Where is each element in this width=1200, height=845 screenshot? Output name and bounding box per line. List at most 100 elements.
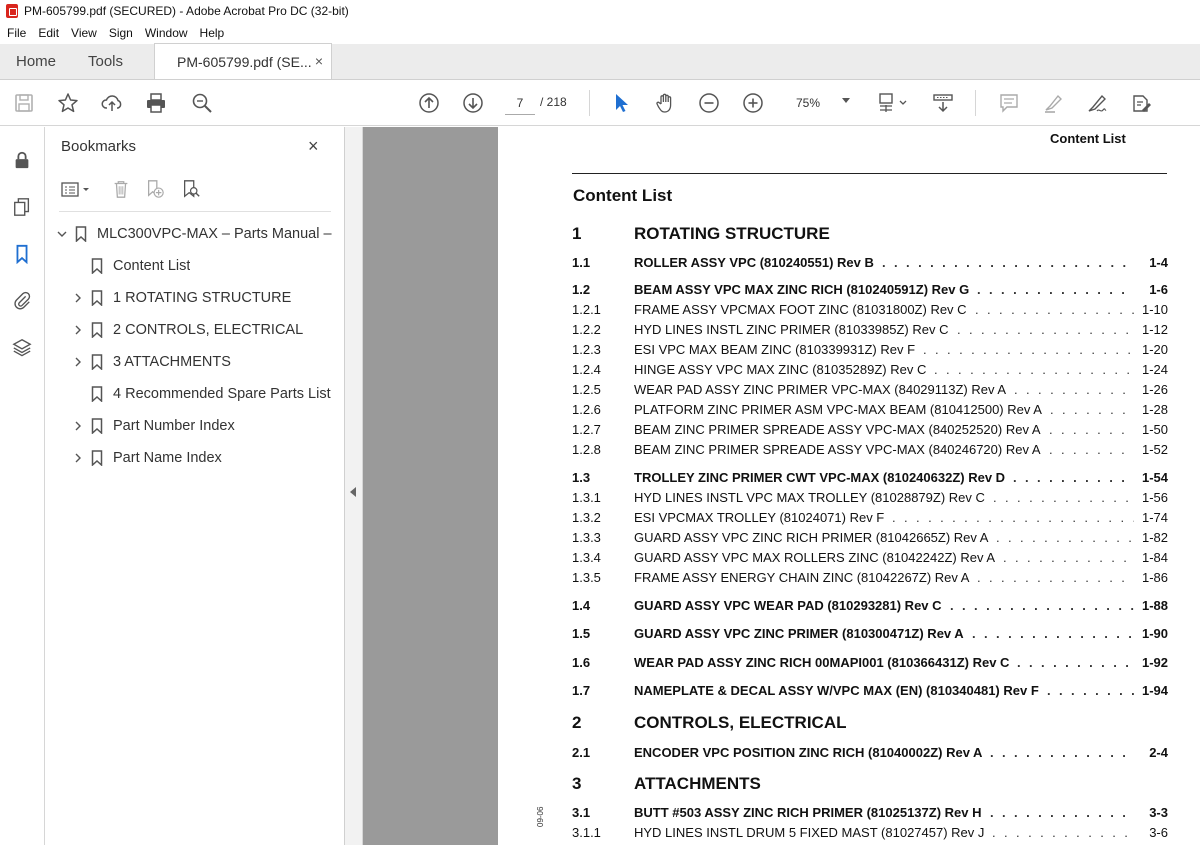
- close-tab-icon[interactable]: ×: [315, 53, 323, 69]
- print-icon[interactable]: [144, 91, 168, 115]
- chevron-right-icon[interactable]: [71, 452, 85, 464]
- bookmark-controls-electrical[interactable]: 2 CONTROLS, ELECTRICAL: [71, 316, 303, 344]
- tab-home[interactable]: Home: [0, 43, 70, 79]
- save-icon[interactable]: [12, 91, 36, 115]
- toc-entry[interactable]: 1.2.7 BEAM ZINC PRIMER SPREADE ASSY VPC-M…: [572, 422, 1168, 440]
- attachments-icon[interactable]: [10, 288, 34, 312]
- lock-icon[interactable]: [10, 148, 34, 172]
- menu-help[interactable]: Help: [194, 26, 231, 40]
- comment-icon[interactable]: [997, 91, 1021, 115]
- bookmark-content-list[interactable]: Content List: [91, 252, 190, 280]
- bookmarks-panel-icon[interactable]: [10, 242, 34, 266]
- toc-entry[interactable]: 1.3.1 HYD LINES INSTL VPC MAX TROLLEY (81…: [572, 490, 1168, 508]
- toc-entry[interactable]: 1.2.8 BEAM ZINC PRIMER SPREADE ASSY VPC-M…: [572, 442, 1168, 460]
- toc-leader-dots: . . . . . . . . . . . . . . . . . . . . …: [990, 805, 1134, 820]
- collapse-arrow-icon[interactable]: [350, 487, 356, 497]
- toc-entry[interactable]: 1.2.6 PLATFORM ZINC PRIMER ASM VPC-MAX BE…: [572, 402, 1168, 420]
- find-bookmark-icon[interactable]: [179, 177, 203, 201]
- draw-sign-icon[interactable]: [1085, 91, 1109, 115]
- chevron-right-icon[interactable]: [71, 420, 85, 432]
- toc-entry[interactable]: 1.5 GUARD ASSY VPC ZINC PRIMER (810300471…: [572, 626, 1168, 644]
- toc-entry[interactable]: 1.2.4 HINGE ASSY VPC MAX ZINC (81035289Z)…: [572, 362, 1168, 380]
- toc-text: ROTATING STRUCTURE: [634, 224, 830, 243]
- bookmark-attachments[interactable]: 3 ATTACHMENTS: [71, 348, 231, 376]
- toc-entry[interactable]: 1.1 ROLLER ASSY VPC (810240551) Rev B . . …: [572, 255, 1168, 273]
- toc-entry[interactable]: 1.3.5 FRAME ASSY ENERGY CHAIN ZINC (81042…: [572, 570, 1168, 588]
- bookmark-spare-parts[interactable]: 4 Recommended Spare Parts List: [91, 380, 331, 408]
- toc-page-number: 1-10: [1141, 302, 1168, 317]
- toc-entry[interactable]: 1.3 TROLLEY ZINC PRIMER CWT VPC-MAX (8102…: [572, 470, 1168, 488]
- scrolling-mode-icon[interactable]: [931, 91, 955, 115]
- chevron-right-icon[interactable]: [71, 356, 85, 368]
- toc-leader-dots: . . . . . . . . . . . . . . . . . . . . …: [1049, 422, 1134, 437]
- toc-entry[interactable]: 1.2 BEAM ASSY VPC MAX ZINC RICH (81024059…: [572, 282, 1168, 300]
- bookmark-rotating-structure[interactable]: 1 ROTATING STRUCTURE: [71, 284, 291, 312]
- close-panel-icon[interactable]: ×: [308, 137, 319, 155]
- toc-entry[interactable]: 3.1.1 HYD LINES INSTL DRUM 5 FIXED MAST (…: [572, 825, 1168, 843]
- menu-bar: File Edit View Sign Window Help: [0, 22, 1200, 44]
- toc-number: 1.3.2: [572, 510, 601, 525]
- zoom-in-icon[interactable]: [741, 91, 765, 115]
- toc-entry[interactable]: 1.3.3 GUARD ASSY VPC ZINC RICH PRIMER (81…: [572, 530, 1168, 548]
- highlight-pen-icon[interactable]: [1041, 91, 1065, 115]
- fit-page-icon[interactable]: [876, 91, 910, 115]
- toc-number: 2: [572, 713, 582, 732]
- panel-collapse-strip[interactable]: [345, 127, 363, 845]
- document-viewer[interactable]: Content List Content List 09-06 1 ROTATIN…: [363, 127, 1200, 845]
- delete-bookmark-icon[interactable]: [109, 177, 133, 201]
- select-cursor-icon[interactable]: [609, 91, 633, 115]
- toc-entry[interactable]: 1.2.5 WEAR PAD ASSY ZINC PRIMER VPC-MAX (…: [572, 382, 1168, 400]
- toolbar-divider: [975, 90, 976, 116]
- menu-view[interactable]: View: [65, 26, 103, 40]
- chevron-right-icon[interactable]: [71, 324, 85, 336]
- page-thumbnails-icon[interactable]: [10, 195, 34, 219]
- toc-entry[interactable]: 1.7 NAMEPLATE & DECAL ASSY W/VPC MAX (EN)…: [572, 683, 1168, 701]
- toc-entry[interactable]: 1.3.4 GUARD ASSY VPC MAX ROLLERS ZINC (81…: [572, 550, 1168, 568]
- toc-leader-dots: . . . . . . . . . . . . . . . . . . . . …: [972, 626, 1134, 641]
- toc-page-number: 1-86: [1141, 570, 1168, 585]
- previous-page-icon[interactable]: [417, 91, 441, 115]
- toc-text: ROLLER ASSY VPC (810240551) Rev B: [634, 255, 874, 270]
- menu-window[interactable]: Window: [139, 26, 194, 40]
- menu-edit[interactable]: Edit: [32, 26, 65, 40]
- toc-chapter[interactable]: 3 ATTACHMENTS: [572, 774, 1168, 796]
- tab-tools[interactable]: Tools: [70, 43, 154, 79]
- toc-entry[interactable]: 1.6 WEAR PAD ASSY ZINC RICH 00MAPI001 (81…: [572, 655, 1168, 673]
- zoom-out-icon[interactable]: [697, 91, 721, 115]
- toc-text: WEAR PAD ASSY ZINC RICH 00MAPI001 (81036…: [634, 655, 1010, 670]
- tab-document[interactable]: PM-605799.pdf (SE... ×: [154, 43, 332, 79]
- chevron-right-icon[interactable]: [71, 292, 85, 304]
- toc-entry[interactable]: 1.2.2 HYD LINES INSTL ZINC PRIMER (810339…: [572, 322, 1168, 340]
- hand-tool-icon[interactable]: [653, 91, 677, 115]
- bookmarks-panel-title: Bookmarks: [61, 138, 137, 155]
- toc-page-number: 1-28: [1141, 402, 1168, 417]
- edit-document-icon[interactable]: [1129, 91, 1153, 115]
- tab-bar: Home Tools PM-605799.pdf (SE... ×: [0, 43, 1200, 80]
- toc-entry[interactable]: 3.1 BUTT #503 ASSY ZINC RICH PRIMER (8102…: [572, 805, 1168, 823]
- star-icon[interactable]: [56, 91, 80, 115]
- toc-entry[interactable]: 2.1 ENCODER VPC POSITION ZINC RICH (81040…: [572, 745, 1168, 763]
- bookmark-part-name-index[interactable]: Part Name Index: [71, 444, 222, 472]
- zoom-level-dropdown[interactable]: 75%: [786, 91, 856, 115]
- new-bookmark-icon[interactable]: [143, 177, 167, 201]
- toc-entry[interactable]: 1.3.2 ESI VPCMAX TROLLEY (81024071) Rev F…: [572, 510, 1168, 528]
- chevron-down-icon[interactable]: [55, 228, 69, 240]
- page-number-input[interactable]: [505, 91, 535, 115]
- bookmark-label: 4 Recommended Spare Parts List: [113, 386, 331, 402]
- toc-chapter[interactable]: 1 ROTATING STRUCTURE: [572, 224, 1168, 246]
- toc-page-number: 1-90: [1141, 626, 1168, 641]
- side-date-stamp: 09-06: [536, 806, 545, 827]
- layers-icon[interactable]: [10, 335, 34, 359]
- bookmark-part-number-index[interactable]: Part Number Index: [71, 412, 235, 440]
- upload-cloud-icon[interactable]: [100, 91, 124, 115]
- toc-chapter[interactable]: 2 CONTROLS, ELECTRICAL: [572, 713, 1168, 735]
- toc-entry[interactable]: 1.2.3 ESI VPC MAX BEAM ZINC (810339931Z) …: [572, 342, 1168, 360]
- bookmark-root[interactable]: MLC300VPC-MAX – Parts Manual –: [55, 220, 332, 248]
- zoom-search-icon[interactable]: [190, 91, 214, 115]
- bookmark-options-icon[interactable]: [59, 177, 93, 201]
- toc-entry[interactable]: 1.2.1 FRAME ASSY VPCMAX FOOT ZINC (810318…: [572, 302, 1168, 320]
- next-page-icon[interactable]: [461, 91, 485, 115]
- menu-sign[interactable]: Sign: [103, 26, 139, 40]
- menu-file[interactable]: File: [0, 26, 32, 40]
- toc-entry[interactable]: 1.4 GUARD ASSY VPC WEAR PAD (810293281) R…: [572, 598, 1168, 616]
